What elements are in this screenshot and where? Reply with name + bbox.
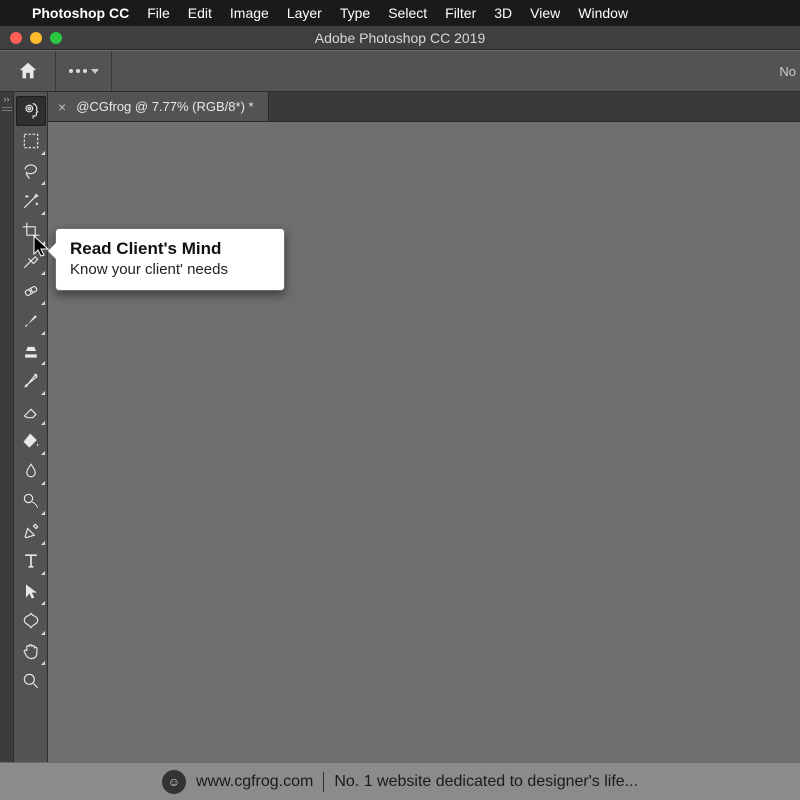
- mind-reader-tool[interactable]: [16, 96, 46, 126]
- custom-shape-icon: [21, 611, 41, 631]
- type-tool[interactable]: [16, 546, 46, 576]
- eyedropper-icon: [21, 251, 41, 271]
- mind-reader-icon: [21, 101, 41, 121]
- document-tab-bar: × @CGfrog @ 7.77% (RGB/8*) *: [48, 92, 800, 122]
- menu-select[interactable]: Select: [388, 5, 427, 21]
- zoom-icon: [21, 671, 41, 691]
- brush-tool[interactable]: [16, 306, 46, 336]
- document-tab[interactable]: × @CGfrog @ 7.77% (RGB/8*) *: [48, 92, 269, 121]
- tool-options-more-button[interactable]: [56, 51, 112, 91]
- pen-tool[interactable]: [16, 516, 46, 546]
- macos-menubar: Photoshop CC File Edit Image Layer Type …: [0, 0, 800, 26]
- eraser-tool[interactable]: [16, 396, 46, 426]
- footer-separator: [323, 772, 324, 792]
- crop-icon: [21, 221, 41, 241]
- more-icon: [69, 69, 87, 73]
- history-brush-icon: [21, 371, 41, 391]
- footer-site: www.cgfrog.com: [196, 773, 313, 791]
- pen-icon: [21, 521, 41, 541]
- window-close-button[interactable]: [10, 32, 22, 44]
- panel-grip-icon: [2, 107, 12, 111]
- menu-window[interactable]: Window: [578, 5, 628, 21]
- menu-type[interactable]: Type: [340, 5, 370, 21]
- clone-stamp-icon: [21, 341, 41, 361]
- document-area: × @CGfrog @ 7.77% (RGB/8*) *: [48, 92, 800, 762]
- menu-view[interactable]: View: [530, 5, 560, 21]
- footer-tagline: No. 1 website dedicated to designer's li…: [334, 773, 638, 791]
- healing-brush-icon: [21, 281, 41, 301]
- hand-icon: [21, 641, 41, 661]
- magic-wand-icon: [21, 191, 41, 211]
- marquee-tool[interactable]: [16, 126, 46, 156]
- window-title: Adobe Photoshop CC 2019: [0, 30, 800, 46]
- marquee-icon: [21, 131, 41, 151]
- chevron-down-icon: [91, 69, 99, 74]
- smudge-icon: [21, 461, 41, 481]
- history-brush-tool[interactable]: [16, 366, 46, 396]
- tooltip-title: Read Client's Mind: [70, 239, 266, 259]
- canvas[interactable]: [48, 122, 800, 762]
- paint-bucket-tool[interactable]: [16, 426, 46, 456]
- lasso-icon: [21, 161, 41, 181]
- options-bar: No: [0, 50, 800, 92]
- path-selection-icon: [21, 581, 41, 601]
- smudge-tool[interactable]: [16, 456, 46, 486]
- custom-shape-tool[interactable]: [16, 606, 46, 636]
- menu-edit[interactable]: Edit: [188, 5, 212, 21]
- zoom-tool[interactable]: [16, 666, 46, 696]
- toolbox: [14, 92, 48, 762]
- home-icon: [17, 60, 39, 82]
- menu-file[interactable]: File: [147, 5, 170, 21]
- collapsed-panel-strip[interactable]: ››: [0, 92, 14, 762]
- paint-bucket-icon: [21, 431, 41, 451]
- menu-layer[interactable]: Layer: [287, 5, 322, 21]
- footer-watermark: ☺ www.cgfrog.com No. 1 website dedicated…: [0, 762, 800, 800]
- clone-stamp-tool[interactable]: [16, 336, 46, 366]
- work-area: ››: [0, 92, 800, 762]
- footer-logo-icon: ☺: [162, 770, 186, 794]
- document-tab-label: @CGfrog @ 7.77% (RGB/8*) *: [76, 99, 253, 114]
- path-selection-tool[interactable]: [16, 576, 46, 606]
- dodge-tool[interactable]: [16, 486, 46, 516]
- tool-tooltip: Read Client's Mind Know your client' nee…: [55, 228, 285, 291]
- magic-wand-tool[interactable]: [16, 186, 46, 216]
- healing-brush-tool[interactable]: [16, 276, 46, 306]
- home-button[interactable]: [0, 51, 56, 91]
- options-bar-right-text: No: [779, 51, 800, 91]
- app-menu[interactable]: Photoshop CC: [32, 5, 129, 21]
- menu-filter[interactable]: Filter: [445, 5, 476, 21]
- type-icon: [21, 551, 41, 571]
- lasso-tool[interactable]: [16, 156, 46, 186]
- window-minimize-button[interactable]: [30, 32, 42, 44]
- menu-image[interactable]: Image: [230, 5, 269, 21]
- hand-tool[interactable]: [16, 636, 46, 666]
- brush-icon: [21, 311, 41, 331]
- eyedropper-tool[interactable]: [16, 246, 46, 276]
- tooltip-description: Know your client' needs: [70, 261, 266, 278]
- eraser-icon: [21, 401, 41, 421]
- menu-3d[interactable]: 3D: [494, 5, 512, 21]
- dodge-icon: [21, 491, 41, 511]
- crop-tool[interactable]: [16, 216, 46, 246]
- window-titlebar: Adobe Photoshop CC 2019: [0, 26, 800, 50]
- close-tab-button[interactable]: ×: [58, 100, 66, 114]
- expand-panels-icon[interactable]: ››: [0, 92, 13, 104]
- window-zoom-button[interactable]: [50, 32, 62, 44]
